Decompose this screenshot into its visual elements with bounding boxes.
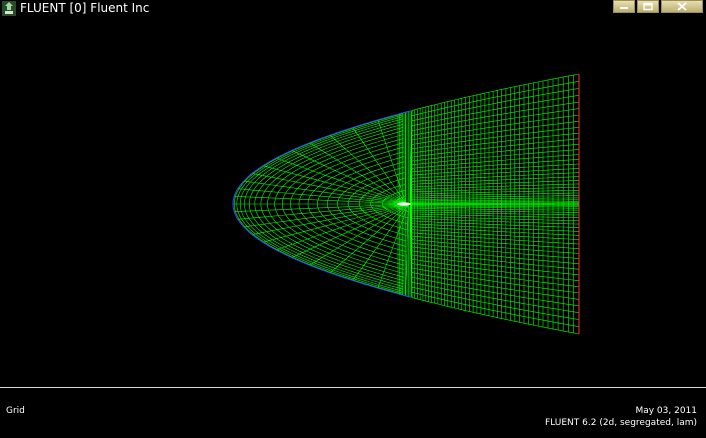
- grid-display-canvas[interactable]: [0, 17, 706, 387]
- close-icon: [677, 2, 687, 11]
- window-title: FLUENT [0] Fluent Inc: [20, 1, 150, 15]
- fluent-graphics-window: FLUENT [0] Fluent Inc Grid May 03, 2011 …: [0, 0, 706, 438]
- fluent-app-icon[interactable]: [2, 1, 16, 16]
- mesh-line: [409, 132, 580, 203]
- mesh-line: [329, 204, 409, 274]
- mesh-line: [237, 203, 408, 220]
- minimize-button[interactable]: [613, 0, 635, 13]
- mesh-line: [409, 204, 580, 259]
- version-label: FLUENT 6.2 (2d, segregated, lam): [545, 418, 697, 428]
- maximize-icon: [643, 2, 653, 11]
- mesh-line: [237, 188, 407, 205]
- mesh-line: [409, 149, 580, 204]
- footer-divider: [0, 387, 706, 388]
- maximize-button[interactable]: [637, 0, 659, 13]
- minimize-icon: [620, 7, 628, 9]
- title-bar[interactable]: FLUENT [0] Fluent Inc: [0, 0, 706, 17]
- mesh-line: [276, 204, 408, 251]
- mesh-line: [276, 157, 407, 204]
- airfoil-shape: [397, 202, 411, 206]
- close-button[interactable]: [661, 0, 703, 13]
- mesh-line: [409, 205, 580, 276]
- plot-type-label: Grid: [6, 406, 25, 416]
- date-label: May 03, 2011: [635, 406, 697, 416]
